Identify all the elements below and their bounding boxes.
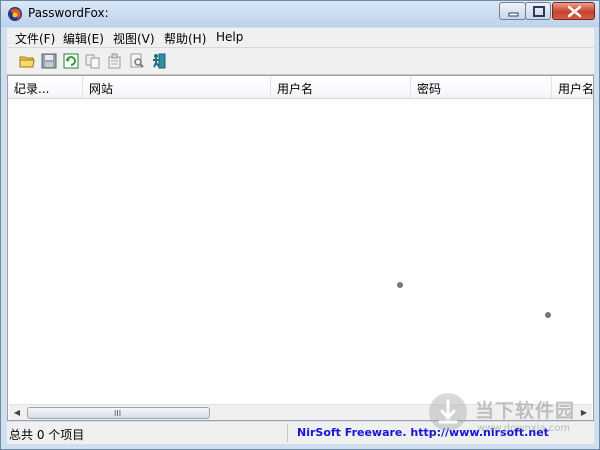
scroll-right-icon[interactable]: ▶ [576, 405, 592, 420]
toolbar [7, 48, 594, 75]
column-label: 网站 [89, 82, 114, 96]
column-header-username[interactable]: 用户名 [271, 76, 411, 98]
find-button[interactable] [127, 51, 147, 71]
firefox-app-icon [8, 7, 22, 21]
menu-bar: 文件(F) 编辑(E) 视图(V) 帮助(H) Help [7, 28, 594, 48]
column-label: 用户名 [558, 82, 594, 96]
window-title: PasswordFox: [28, 6, 109, 20]
exit-icon [153, 53, 166, 69]
maximize-button[interactable] [525, 2, 551, 20]
refresh-icon [63, 53, 79, 69]
copy-icon [85, 54, 100, 69]
column-label: 记录... [14, 82, 50, 96]
sort-indicator-icon: / [14, 80, 19, 94]
column-header-password[interactable]: 密码 [411, 76, 552, 98]
app-window: PasswordFox: 文件(F) 编辑(E) 视图(V) 帮助(H) Hel… [0, 0, 600, 450]
scrollbar-thumb[interactable]: III [27, 407, 210, 419]
properties-icon [108, 53, 121, 69]
minimize-button[interactable] [499, 2, 526, 20]
menu-file[interactable]: 文件(F) [15, 30, 55, 47]
column-label: 密码 [417, 82, 442, 96]
close-icon [567, 5, 582, 18]
save-button[interactable] [39, 51, 59, 71]
open-folder-icon [19, 56, 35, 68]
busy-cursor-icon [397, 282, 403, 288]
find-icon [130, 53, 144, 68]
maximize-icon [533, 6, 545, 17]
watermark-url: www.downxia.com [477, 423, 571, 434]
column-header-website[interactable]: 网站 [83, 76, 271, 98]
column-label: 用户名 [277, 82, 314, 96]
open-button[interactable] [17, 51, 37, 71]
list-header: 记录... / 网站 用户名 密码 用户名 [8, 76, 593, 99]
save-icon [41, 53, 57, 69]
scrollbar-grip-icon: III [114, 409, 122, 418]
menu-help-en[interactable]: Help [216, 30, 243, 44]
watermark-text: 当下软件园 [475, 400, 576, 422]
menu-help[interactable]: 帮助(H) [164, 30, 206, 47]
refresh-button[interactable] [61, 51, 81, 71]
column-header-username-field[interactable]: 用户名 [552, 76, 594, 98]
column-header-record[interactable]: 记录... / [8, 76, 83, 98]
properties-button[interactable] [105, 51, 125, 71]
busy-cursor-icon [545, 312, 551, 318]
scroll-left-icon[interactable]: ◀ [9, 405, 25, 420]
copy-button[interactable] [83, 51, 103, 71]
minimize-icon [508, 12, 519, 17]
item-count: 总共 0 个项目 [9, 428, 85, 442]
records-list[interactable]: 记录... / 网站 用户名 密码 用户名 ◀ III ▶ [7, 75, 594, 421]
watermark-download-icon [429, 393, 467, 431]
menu-view[interactable]: 视图(V) [113, 30, 155, 47]
menu-edit[interactable]: 编辑(E) [63, 30, 104, 47]
status-divider [287, 424, 288, 442]
exit-button[interactable] [149, 51, 169, 71]
close-button[interactable] [552, 2, 595, 20]
title-bar[interactable]: PasswordFox: [1, 1, 599, 27]
